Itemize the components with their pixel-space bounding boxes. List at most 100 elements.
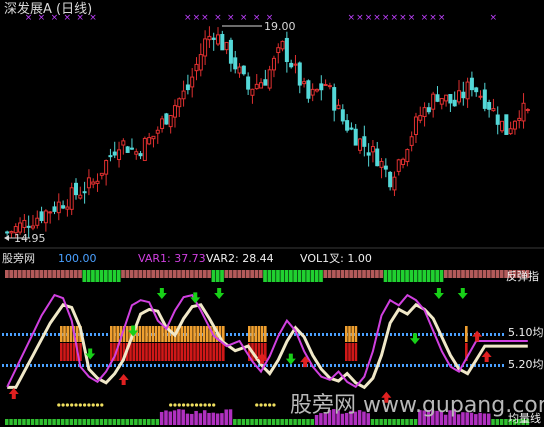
ma510-dot — [402, 333, 404, 336]
ma510-dot — [306, 333, 308, 336]
ma520-dot — [394, 364, 396, 367]
signal-band-cell — [387, 270, 392, 282]
orange-band-bar — [254, 326, 257, 342]
red-band-bar — [174, 343, 177, 361]
red-band-bar — [206, 343, 209, 361]
candle-body — [160, 118, 165, 129]
volume-bar — [370, 419, 375, 425]
signal-band-cell — [370, 270, 375, 278]
ma520-dot — [90, 364, 92, 367]
signal-band-cell — [116, 270, 121, 282]
ma510-dot — [378, 333, 380, 336]
red-band-bar — [180, 343, 183, 361]
candle-body — [319, 83, 324, 91]
candle-body — [267, 69, 272, 89]
orange-band-bar — [351, 326, 354, 342]
ma520-dot — [242, 364, 244, 367]
ma520-dot — [170, 364, 172, 367]
signal-band-cell — [319, 270, 323, 282]
candle-body — [302, 81, 307, 85]
volume-dot — [173, 403, 177, 407]
signal-band-cell — [310, 270, 315, 282]
ma520-dot — [82, 364, 84, 367]
signal-band-cell — [73, 270, 78, 278]
ma520-dot — [202, 364, 204, 367]
volume-bar — [383, 419, 388, 425]
ma520-dot — [422, 364, 424, 367]
ma510-dot — [226, 333, 228, 336]
candle-body — [280, 40, 285, 50]
candle-body — [82, 191, 87, 194]
signal-band-cell — [409, 270, 414, 282]
ma520-dot — [138, 364, 140, 367]
signal-band-cell — [422, 270, 427, 282]
ma510-dot — [330, 333, 332, 336]
volume-bar — [228, 409, 233, 425]
signal-mark: × — [240, 13, 248, 23]
candle-body — [185, 84, 190, 91]
red-band-bar — [66, 343, 69, 361]
orange-band-bar — [76, 326, 79, 342]
ma510-dot — [58, 333, 60, 336]
candle-body — [345, 120, 350, 131]
signal-band-cell — [151, 270, 156, 278]
candle-body — [289, 62, 294, 68]
candle-body — [504, 114, 509, 135]
ma510-dot — [334, 333, 336, 336]
ma520-dot — [346, 364, 348, 367]
red-band-bar — [151, 343, 155, 361]
red-band-bar — [132, 343, 135, 361]
candle-body — [297, 62, 302, 86]
ma520-dot — [6, 364, 8, 367]
candle-body — [323, 83, 328, 86]
volume-bar — [224, 409, 228, 425]
ma520-dot — [362, 364, 364, 367]
volume-dot — [70, 403, 74, 407]
candle-body — [500, 120, 505, 132]
candle-body — [418, 115, 423, 121]
signal-band-cell — [349, 270, 353, 278]
ma520-dot — [2, 364, 4, 367]
ma510-dot — [14, 333, 16, 336]
signal-band-cell — [306, 270, 310, 282]
volume-bar — [194, 410, 198, 425]
ma520-dot — [426, 364, 428, 367]
candle-body — [422, 107, 427, 118]
signal-band-cell — [207, 270, 211, 278]
signal-band-cell — [353, 270, 358, 278]
candle-body — [340, 109, 345, 122]
ma520-dot — [270, 364, 272, 367]
volume-bar — [69, 419, 74, 425]
candle-body — [452, 99, 457, 107]
candle-body — [48, 211, 53, 214]
ma520-dot — [178, 364, 180, 367]
ma520-dot — [314, 364, 316, 367]
red-band-bar — [167, 343, 171, 361]
ma520-dot — [298, 364, 300, 367]
orange-band-bar — [202, 326, 206, 342]
candle-body — [52, 206, 57, 212]
candle-body — [469, 77, 474, 91]
red-band-bar — [199, 343, 203, 361]
ma510-dot — [274, 333, 276, 336]
volume-dot — [61, 403, 65, 407]
candle-body — [246, 76, 251, 90]
high-label: 19.00 — [264, 20, 296, 33]
signal-band-cell — [405, 270, 409, 282]
volume-bar — [112, 419, 117, 425]
orange-band-bar — [180, 326, 183, 342]
ma520-dot — [218, 364, 220, 367]
signal-band-cell — [56, 270, 61, 278]
candle-body — [117, 149, 122, 161]
candle-body — [465, 81, 470, 100]
ma520-dot — [430, 364, 432, 367]
candle-body — [172, 105, 177, 118]
volume-bar — [147, 419, 151, 425]
signal-band-cell — [383, 270, 388, 282]
volume-bar — [250, 419, 254, 425]
ma510-dot — [10, 333, 12, 336]
stock-chart: 深发展A (日线) × × × × × × × × × × × × × × × × × × × × × × × × × × 19.… — [0, 0, 544, 427]
orange-band-bar — [138, 326, 142, 342]
volume-bar — [276, 419, 280, 425]
ma520-dot — [42, 364, 44, 367]
